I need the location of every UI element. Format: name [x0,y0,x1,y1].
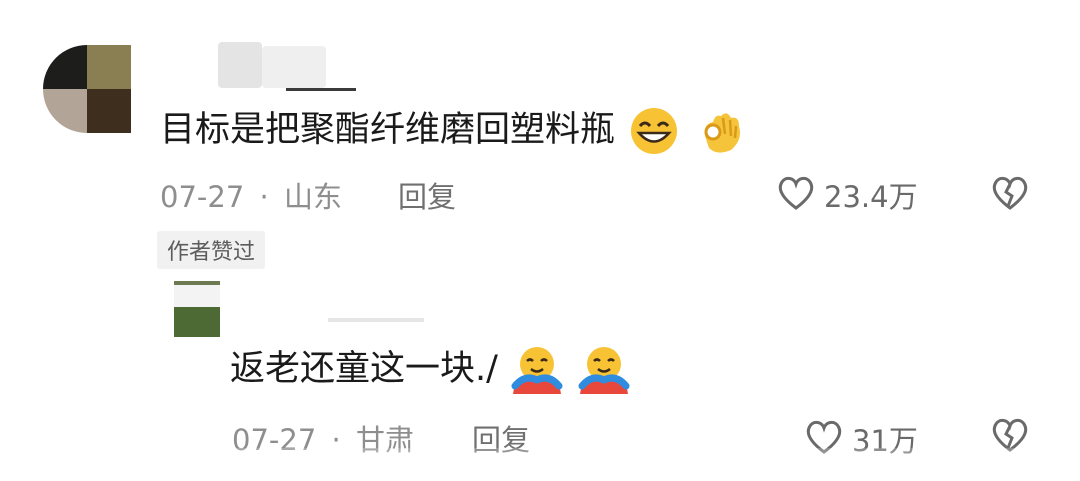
bottom-fade [0,448,1080,481]
commenter-avatar[interactable] [43,45,131,133]
ok-hand-emoji [693,106,749,156]
broken-heart-icon [990,174,1030,212]
reply-text-row: 返老还童这一块./ [230,344,632,396]
comment-date: 07-27 [160,180,245,214]
comment-meta: 07-27 · 山东 [160,174,342,216]
replier-avatar[interactable] [174,281,220,337]
comment-text-row: 目标是把聚酯纤维磨回塑料瓶 [160,106,749,156]
reply-text: 返老还童这一块./ [230,349,498,389]
grinning-squint-emoji [626,106,682,156]
author-liked-badge: 作者赞过 [157,231,266,269]
commenter-name-blurred[interactable] [218,42,356,94]
meta-separator: · [259,180,269,214]
comment-text: 目标是把聚酯纤维磨回塑料瓶 [160,110,616,150]
dislike-button[interactable] [990,174,1030,212]
like-count: 23.4万 [824,180,918,214]
comment-location: 山东 [283,180,342,214]
replier-name-blurred[interactable] [328,318,424,324]
hugging-emoji [509,344,565,396]
heart-icon [776,174,816,212]
reply-button[interactable]: 回复 [398,174,456,216]
hugging-emoji [576,344,632,396]
